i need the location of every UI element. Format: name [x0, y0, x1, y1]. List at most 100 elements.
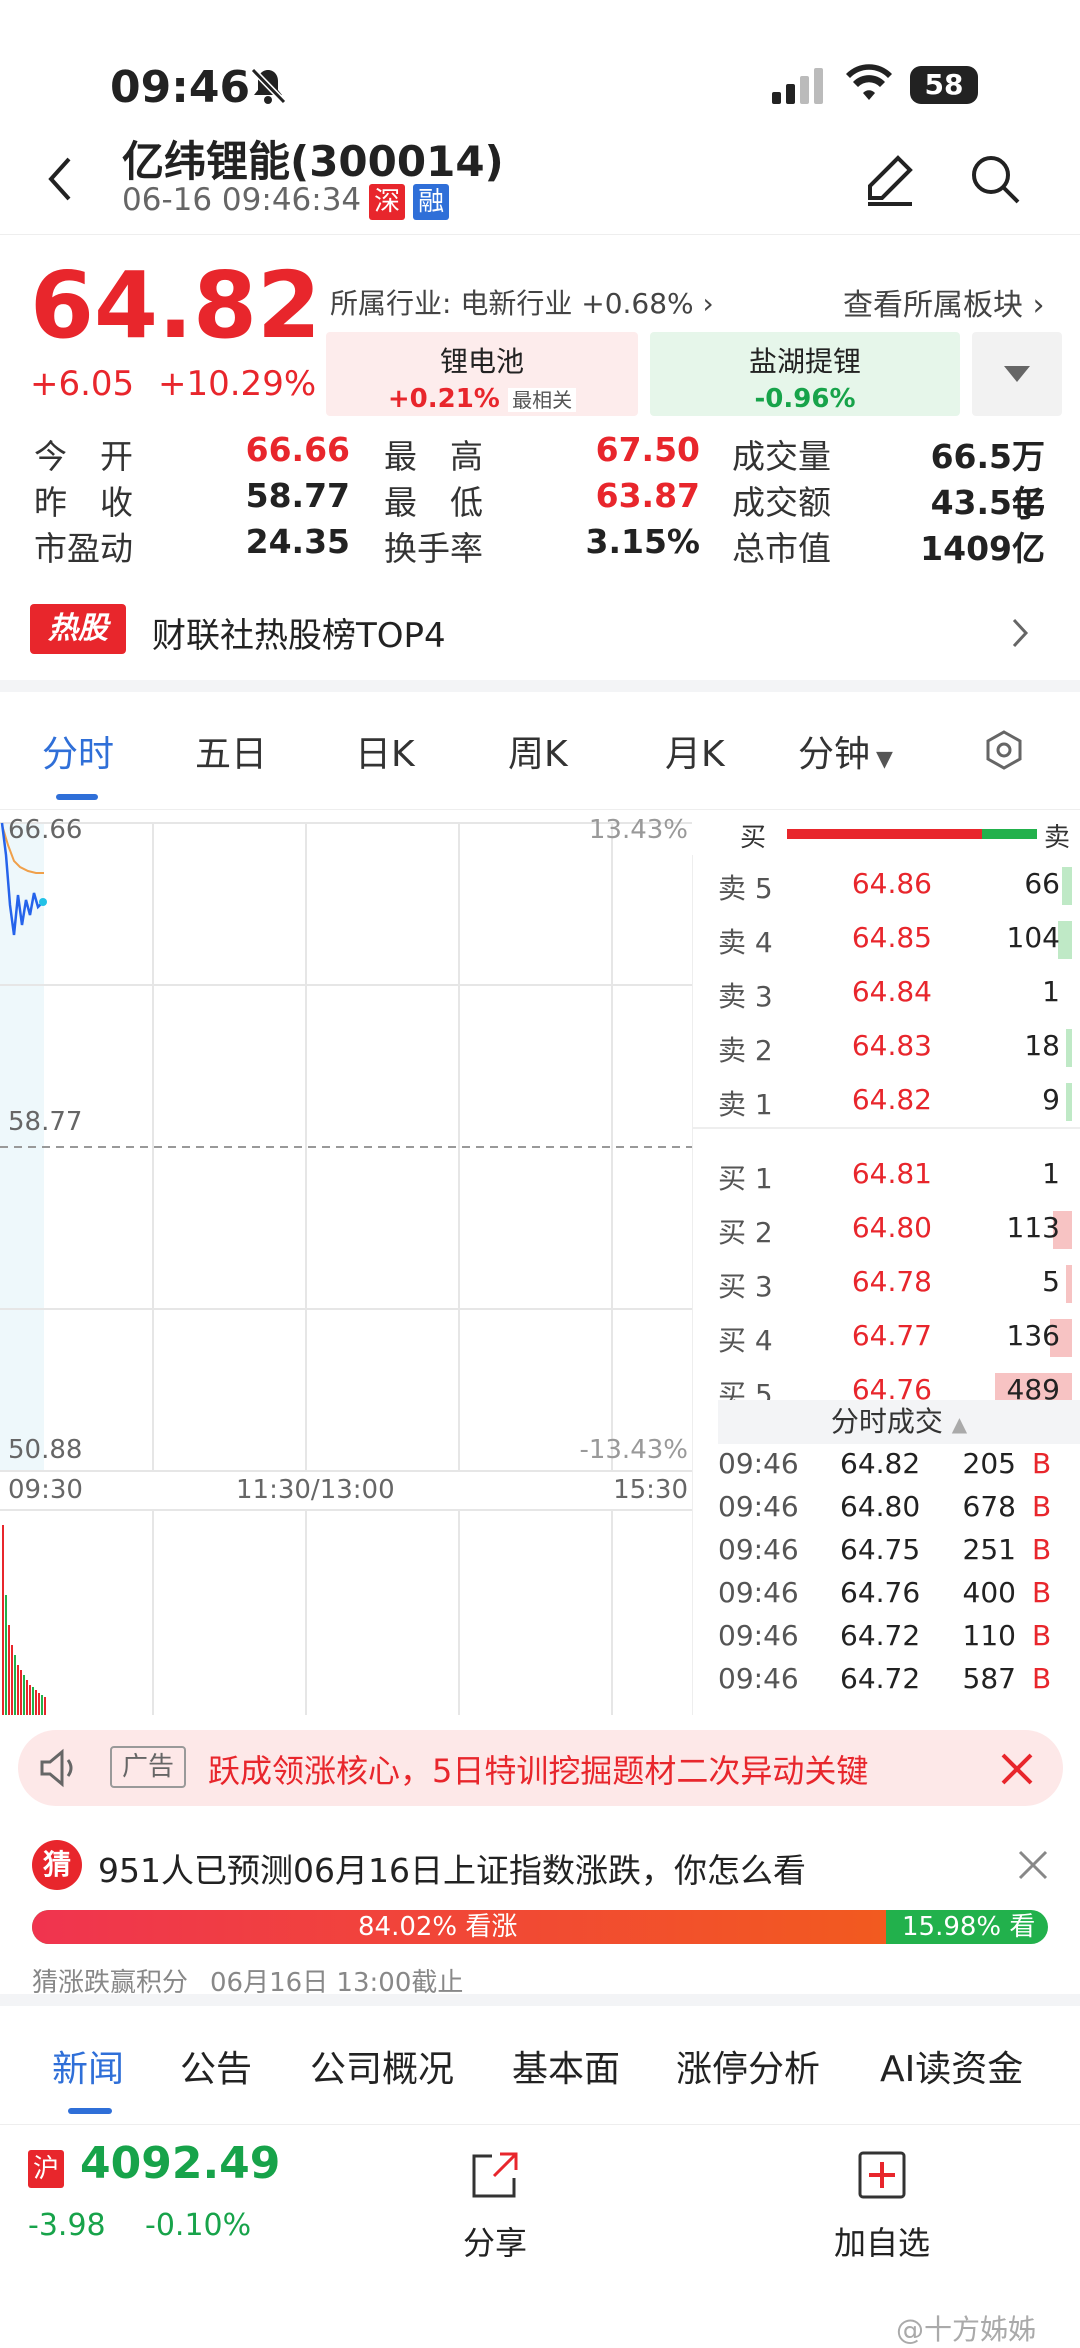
- volume-bar: [5, 1595, 7, 1715]
- edit-icon[interactable]: [862, 152, 918, 208]
- tab-4[interactable]: 月K: [665, 725, 725, 777]
- sector-note: 最相关: [508, 388, 577, 412]
- tab-label: 分时: [42, 734, 115, 775]
- trade-volume: 251: [962, 1533, 1016, 1566]
- ad-label: 广告: [110, 1746, 186, 1788]
- volume-bar: [41, 1695, 43, 1715]
- ask-row[interactable]: 卖 5 64.86 66: [692, 859, 1080, 913]
- current-price: 64.82: [30, 252, 322, 359]
- ad-banner[interactable]: 广告 跃成领涨核心，5日特训挖掘题材二次异动关键: [18, 1730, 1063, 1806]
- stat-label: 成交额: [732, 483, 831, 522]
- intraday-chart[interactable]: 66.66 58.77 50.88 13.43% -13.43% 09:30 1…: [0, 815, 692, 1715]
- add-icon: [858, 2151, 906, 2199]
- tab-0[interactable]: 分时: [42, 725, 114, 777]
- speaker-icon: [40, 1748, 73, 1788]
- news-tab-5[interactable]: AI读资金: [880, 2040, 1023, 2092]
- hot-stock-banner[interactable]: 热股 财联社热股榜TOP4: [0, 580, 1080, 680]
- pct-axis-top: 13.43%: [588, 815, 688, 845]
- index-value[interactable]: 4092.49: [80, 2138, 280, 2189]
- level-price: 64.78: [851, 1265, 932, 1298]
- trades-title: 分时成交: [830, 1405, 943, 1438]
- index-change-pct: -0.10%: [145, 2208, 252, 2243]
- volume-bar: [11, 1645, 13, 1715]
- level-label: 买 2: [718, 1216, 773, 1249]
- level-volume: 113: [1006, 1211, 1060, 1244]
- view-sectors-text: 查看所属板块: [843, 288, 1023, 323]
- caret-up-icon: ▲: [951, 1412, 968, 1436]
- back-icon[interactable]: [45, 155, 75, 203]
- pct-axis-bottom: -13.43%: [579, 1435, 688, 1465]
- bid-row[interactable]: 买 4 64.77 136: [692, 1311, 1080, 1365]
- share-icon: [472, 2152, 518, 2198]
- depth-bar: [1062, 867, 1072, 905]
- tab-1[interactable]: 五日: [195, 725, 267, 777]
- close-icon[interactable]: [1000, 1752, 1034, 1786]
- share-label: 分享: [462, 2224, 527, 2262]
- sector-expand-button[interactable]: [972, 332, 1062, 416]
- close-icon[interactable]: [1018, 1850, 1048, 1880]
- news-tab-0[interactable]: 新闻: [52, 2040, 124, 2092]
- news-tabs: 新闻 公告 公司概况 基本面 涨停分析 AI读资金: [0, 2010, 1080, 2125]
- news-tab-2[interactable]: 公司概况: [310, 2040, 454, 2092]
- wifi-icon: [846, 64, 892, 100]
- news-tab-1[interactable]: 公告: [180, 2040, 252, 2092]
- price-change: +6.05: [30, 364, 135, 404]
- level-volume: 18: [1024, 1029, 1060, 1062]
- volume-bar: [29, 1685, 31, 1715]
- level-volume: 1: [1042, 1157, 1060, 1190]
- ask-row[interactable]: 卖 1 64.82 9: [692, 1075, 1080, 1129]
- bid-row[interactable]: 买 1 64.81 1: [692, 1149, 1080, 1203]
- level-price: 64.80: [851, 1211, 932, 1244]
- stat-label: 最 低: [384, 483, 483, 522]
- news-tab-3[interactable]: 基本面: [512, 2040, 620, 2092]
- tab-label: 日K: [355, 734, 415, 775]
- volume-bar: [44, 1697, 46, 1715]
- stat-value: 66.66: [245, 430, 350, 469]
- bottom-bar: 沪 4092.49 -3.98 -0.10% 分享 加自选 @十方姊姊: [0, 2130, 1080, 2348]
- level-label: 买 3: [718, 1270, 773, 1303]
- tab-5[interactable]: 分钟 ▼: [798, 725, 893, 777]
- bid-row[interactable]: 买 3 64.78 5: [692, 1257, 1080, 1311]
- tab-2[interactable]: 日K: [355, 725, 415, 777]
- ask-row[interactable]: 卖 3 64.84 1: [692, 967, 1080, 1021]
- sector-card-lithium-battery[interactable]: 锂电池 +0.21% 最相关: [326, 332, 638, 416]
- stat-value: 63.87: [595, 476, 700, 515]
- stat-value: 1409亿: [920, 529, 1045, 568]
- level-price: 64.85: [851, 921, 932, 954]
- stat-label: 换手率: [384, 529, 483, 568]
- level-volume: 5: [1042, 1265, 1060, 1298]
- y-axis-mid: 58.77: [8, 1107, 83, 1137]
- stat-value: 67.50: [595, 430, 700, 469]
- level-label: 买 1: [718, 1162, 773, 1195]
- news-tab-4[interactable]: 涨停分析: [676, 2040, 820, 2092]
- share-button[interactable]: 分享: [440, 2150, 550, 2264]
- industry-link[interactable]: 所属行业: 电新行业 +0.68% ›: [330, 282, 714, 322]
- stock-title: 亿纬锂能(300014): [122, 137, 504, 186]
- volume-bar: [17, 1665, 19, 1715]
- trade-side: B: [1032, 1576, 1052, 1609]
- sector-name: 锂电池: [439, 345, 524, 378]
- trade-volume: 205: [962, 1447, 1016, 1480]
- bid-row[interactable]: 买 2 64.80 113: [692, 1203, 1080, 1257]
- search-icon[interactable]: [968, 152, 1022, 206]
- trade-volume: 678: [962, 1490, 1016, 1523]
- chart-settings-icon[interactable]: [984, 730, 1024, 774]
- tab-3[interactable]: 周K: [508, 725, 568, 777]
- add-watchlist-button[interactable]: 加自选: [822, 2150, 942, 2264]
- stat-label: 昨 收: [34, 483, 133, 522]
- trade-row: 09:46 64.76 400 B: [692, 1576, 1080, 1619]
- level-label: 卖 4: [718, 926, 773, 959]
- trades-header[interactable]: 分时成交 ▲: [718, 1400, 1080, 1444]
- sector-card-salt-lake-lithium[interactable]: 盐湖提锂 -0.96%: [650, 332, 960, 416]
- trade-side: B: [1032, 1447, 1052, 1480]
- trade-row: 09:46 64.72 587 B: [692, 1662, 1080, 1705]
- trade-price: 64.76: [840, 1576, 921, 1609]
- view-sectors-link[interactable]: 查看所属板块 ›: [843, 280, 1045, 324]
- poll-bar[interactable]: 84.02% 看涨 15.98% 看跌: [32, 1910, 1048, 1944]
- tab-label: 五日: [195, 734, 268, 775]
- ask-row[interactable]: 卖 2 64.83 18: [692, 1021, 1080, 1075]
- stock-header: 亿纬锂能(300014) 06-16 09:46:34 深融: [0, 120, 1080, 235]
- ask-row[interactable]: 卖 4 64.85 104: [692, 913, 1080, 967]
- intraday-chart-svg: [0, 822, 692, 1715]
- tab-label: 分钟: [798, 734, 871, 775]
